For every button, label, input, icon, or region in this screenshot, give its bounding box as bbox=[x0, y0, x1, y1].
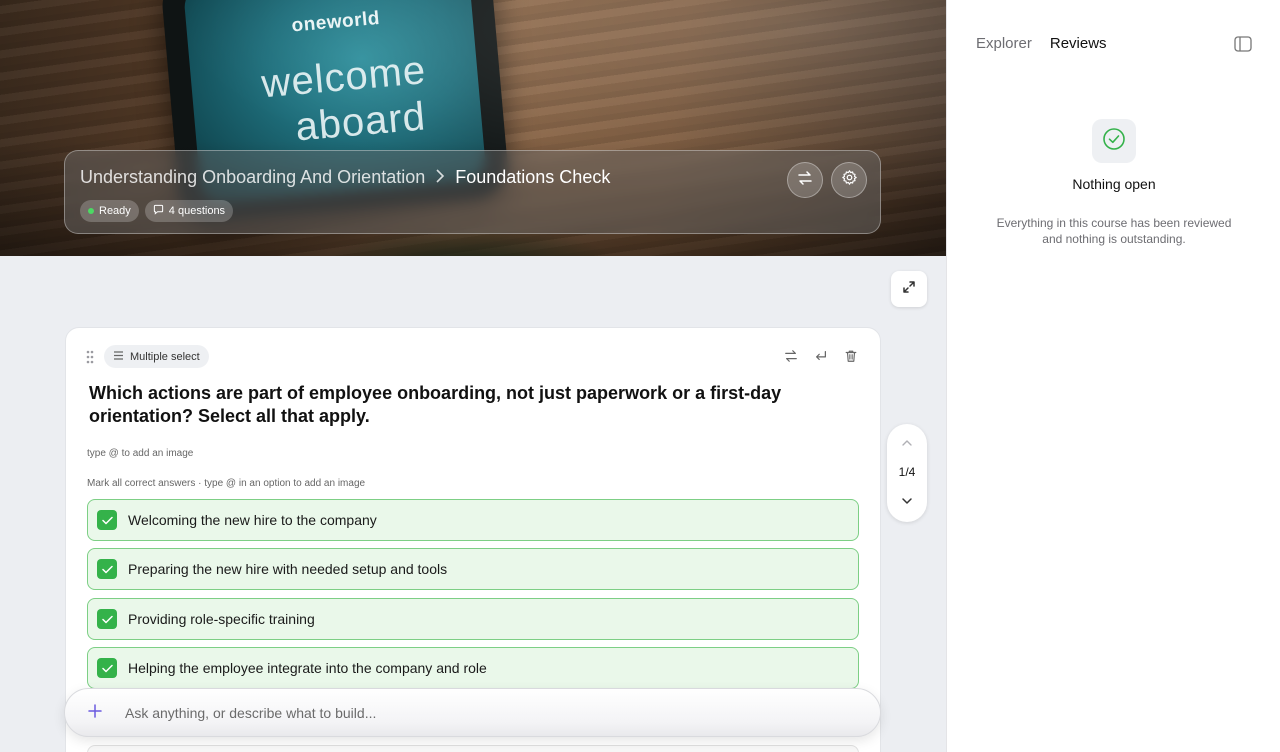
checkbox-checked[interactable] bbox=[97, 658, 117, 678]
tab-explorer[interactable]: Explorer bbox=[976, 35, 1032, 52]
status-badge: Ready bbox=[80, 200, 139, 222]
answers-hint: Mark all correct answers · type @ in an … bbox=[87, 478, 366, 489]
chevron-down-icon[interactable] bbox=[900, 494, 914, 513]
plus-icon[interactable] bbox=[88, 701, 102, 724]
swap-arrows-icon bbox=[797, 170, 813, 191]
next-card-edge bbox=[87, 745, 859, 752]
empty-state-icon-box bbox=[1092, 119, 1136, 163]
settings-button[interactable] bbox=[831, 162, 867, 198]
sidebar-tabs: Explorer Reviews bbox=[976, 35, 1107, 52]
answer-option-label[interactable]: Providing role-specific training bbox=[128, 611, 315, 627]
check-circle-icon bbox=[1102, 127, 1126, 156]
chevron-right-icon bbox=[435, 167, 445, 188]
question-text[interactable]: Which actions are part of employee onboa… bbox=[89, 382, 849, 428]
status-label: Ready bbox=[99, 205, 131, 217]
checkbox-checked[interactable] bbox=[97, 559, 117, 579]
question-count-badge: 4 questions bbox=[144, 200, 234, 222]
checkbox-checked[interactable] bbox=[97, 609, 117, 629]
question-type-label: Multiple select bbox=[130, 350, 200, 363]
answer-option-label[interactable]: Helping the employee integrate into the … bbox=[128, 660, 487, 676]
expand-arrows-icon bbox=[902, 280, 916, 299]
panel-toggle-icon[interactable] bbox=[1234, 36, 1252, 57]
pager-position: 1/4 bbox=[898, 465, 916, 479]
swap-button[interactable] bbox=[787, 162, 823, 198]
answer-option[interactable]: Helping the employee integrate into the … bbox=[87, 647, 859, 689]
main-area: oneworld welcome aboard Understanding On… bbox=[0, 0, 946, 752]
question-actions bbox=[784, 349, 858, 368]
question-type-chip[interactable]: Multiple select bbox=[104, 345, 209, 368]
empty-state-description: Everything in this course has been revie… bbox=[996, 216, 1232, 246]
gear-icon bbox=[841, 169, 858, 191]
expand-button[interactable] bbox=[891, 271, 927, 307]
course-header-card: Understanding Onboarding And Orientation… bbox=[64, 150, 881, 234]
chat-bubble-icon bbox=[153, 204, 164, 218]
question-pager: 1/4 bbox=[887, 424, 927, 522]
swap-question-icon[interactable] bbox=[784, 349, 798, 368]
undo-icon[interactable] bbox=[814, 349, 828, 368]
answer-option-label[interactable]: Preparing the new hire with needed setup… bbox=[128, 561, 447, 577]
course-meta: Ready 4 questions bbox=[80, 200, 234, 222]
empty-state-title: Nothing open bbox=[1072, 176, 1156, 192]
answer-option[interactable]: Preparing the new hire with needed setup… bbox=[87, 548, 859, 590]
ask-input[interactable]: Ask anything, or describe what to build.… bbox=[125, 705, 376, 721]
trash-icon[interactable] bbox=[844, 349, 858, 368]
status-dot-icon bbox=[88, 208, 94, 214]
question-count-label: 4 questions bbox=[168, 205, 226, 217]
answer-option[interactable]: Providing role-specific training bbox=[87, 598, 859, 640]
breadcrumb-course[interactable]: Understanding Onboarding And Orientation bbox=[80, 167, 425, 188]
course-hero-image: oneworld welcome aboard Understanding On… bbox=[0, 0, 946, 256]
checkbox-checked[interactable] bbox=[97, 510, 117, 530]
drag-handle-icon[interactable] bbox=[86, 350, 94, 369]
breadcrumb-quiz: Foundations Check bbox=[455, 167, 611, 187]
tab-reviews[interactable]: Reviews bbox=[1050, 35, 1107, 52]
answer-option[interactable]: Welcoming the new hire to the company bbox=[87, 499, 859, 541]
right-sidebar: Explorer Reviews Nothing open Everything… bbox=[946, 0, 1280, 752]
answer-option-label[interactable]: Welcoming the new hire to the company bbox=[128, 512, 377, 528]
ask-bar[interactable]: Ask anything, or describe what to build.… bbox=[64, 688, 881, 737]
image-hint: type @ to add an image bbox=[87, 448, 194, 459]
list-icon bbox=[113, 350, 124, 363]
breadcrumb: Understanding Onboarding And Orientation… bbox=[80, 167, 610, 188]
chevron-up-icon[interactable] bbox=[900, 436, 914, 455]
